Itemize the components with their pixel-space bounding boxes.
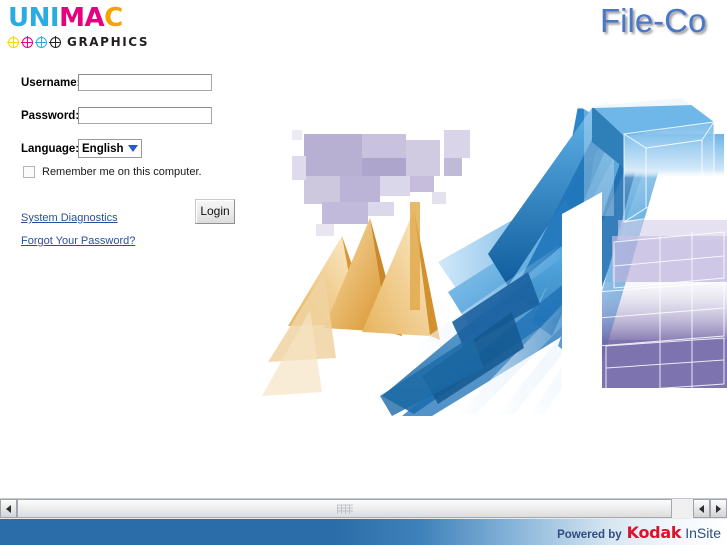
registration-mark-magenta-icon: [21, 35, 33, 48]
password-input[interactable]: [78, 107, 212, 124]
remember-me-row[interactable]: Remember me on this computer.: [23, 166, 202, 178]
logo-letter-i: I: [49, 3, 60, 33]
chevron-down-icon: [128, 145, 138, 152]
logo-letter-u: U: [8, 3, 29, 33]
insite-wordmark: InSite: [685, 525, 721, 541]
scroll-left-button[interactable]: [0, 499, 17, 518]
logo-letter-m: M: [59, 3, 85, 33]
powered-by-kodak-insite: Powered by Kodak InSite: [557, 523, 721, 542]
login-form: Username: Password: Language: English: [0, 66, 260, 165]
password-label: Password:: [21, 109, 80, 122]
logo-letter-a: A: [84, 3, 105, 33]
arrow-right-icon: [716, 504, 721, 513]
unimac-graphics-logo: UNIMAC GRAPHICS: [6, 4, 166, 52]
registration-mark-yellow-icon: [7, 35, 19, 48]
product-title: File-Co: [600, 2, 707, 39]
logo-letter-n: N: [28, 3, 51, 33]
remember-me-checkbox[interactable]: [23, 166, 35, 178]
username-input[interactable]: [78, 74, 212, 91]
password-row: Password:: [0, 99, 260, 132]
language-select[interactable]: English: [78, 139, 142, 158]
remember-me-label: Remember me on this computer.: [42, 166, 202, 178]
scroll-right-button[interactable]: [710, 499, 727, 518]
scrollbar-track[interactable]: [17, 499, 688, 518]
arrow-left-icon: [699, 504, 704, 513]
language-row: Language: English: [0, 132, 260, 165]
logo-subtitle-text: GRAPHICS: [67, 35, 150, 49]
logo-subtitle-row: GRAPHICS: [7, 34, 150, 50]
helper-links: System Diagnostics Forgot Your Password?: [21, 212, 135, 258]
scrollbar-thumb[interactable]: [17, 499, 672, 518]
logo-letter-c: C: [104, 3, 123, 33]
page-footer: Powered by Kodak InSite: [0, 519, 727, 545]
registration-mark-black-icon: [49, 35, 61, 48]
horizontal-scrollbar[interactable]: [0, 498, 727, 519]
kodak-wordmark: Kodak: [626, 523, 682, 542]
forgot-password-link[interactable]: Forgot Your Password?: [21, 235, 135, 247]
page-viewport: UNIMAC GRAPHICS File-Co Username: Passwo…: [0, 0, 727, 496]
abstract-3d-geometric-graphic: [262, 96, 727, 416]
powered-by-label: Powered by: [557, 529, 622, 541]
arrow-left-icon: [6, 504, 11, 513]
language-label: Language:: [21, 142, 80, 155]
grip-dots-icon: [336, 504, 353, 513]
username-label: Username:: [21, 76, 81, 89]
system-diagnostics-link[interactable]: System Diagnostics: [21, 212, 135, 224]
login-button[interactable]: Login: [195, 199, 235, 224]
scroll-left-button-secondary[interactable]: [693, 499, 710, 518]
username-row: Username:: [0, 66, 260, 99]
login-page: UNIMAC GRAPHICS File-Co Username: Passwo…: [0, 0, 727, 545]
registration-mark-cyan-icon: [35, 35, 47, 48]
language-selected-value: English: [82, 142, 124, 155]
logo-wordmark: UNIMAC: [6, 4, 166, 32]
